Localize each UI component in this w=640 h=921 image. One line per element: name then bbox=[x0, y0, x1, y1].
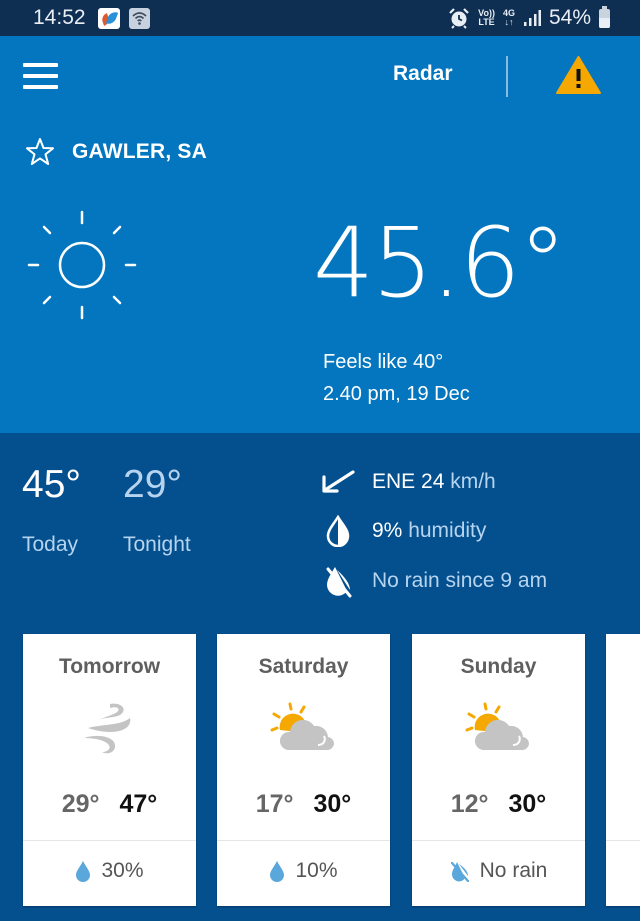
card-divider bbox=[412, 840, 585, 841]
today-max-temp: 45° bbox=[22, 463, 81, 506]
observation-time: 2.40 pm, 19 Dec bbox=[323, 383, 470, 405]
rain-chance: 10% bbox=[295, 859, 338, 882]
partly-cloudy-icon bbox=[270, 702, 334, 750]
rain-chance: 30% bbox=[101, 859, 144, 882]
forecast-min-temp: 17° bbox=[255, 790, 294, 818]
rain-chance: No rain bbox=[479, 859, 548, 882]
card-divider bbox=[23, 840, 196, 841]
forecast-card-tomorrow[interactable]: Tomorrow 29° 47° 30% bbox=[23, 634, 196, 906]
current-conditions-panel: Radar GAWLER, SA 45.6° Feels like 40° 2.… bbox=[0, 36, 640, 433]
forecast-day: Saturday bbox=[258, 655, 349, 678]
sunny-icon bbox=[27, 210, 137, 320]
wind-speed: ENE 24 bbox=[372, 470, 445, 493]
location-name: GAWLER, SA bbox=[72, 140, 208, 163]
forecast-card-next-partial[interactable] bbox=[606, 634, 640, 906]
rain-since-text: No rain since 9 am bbox=[372, 569, 548, 592]
app-notification-icon bbox=[98, 8, 120, 29]
rain-drop-icon bbox=[75, 860, 91, 882]
wind-direction-arrow-icon bbox=[320, 465, 356, 499]
partly-cloudy-icon bbox=[465, 702, 529, 750]
header-divider bbox=[506, 56, 508, 97]
humidity-row: 9% humidity bbox=[320, 514, 486, 548]
forecast-min-temp: 12° bbox=[450, 790, 489, 818]
humidity-drop-icon bbox=[320, 514, 356, 548]
card-divider bbox=[217, 840, 390, 841]
signal-icon bbox=[523, 10, 541, 26]
forecast-day: Sunday bbox=[460, 655, 537, 678]
forecast-card-saturday[interactable]: Saturday 17° 30° 10% bbox=[217, 634, 390, 906]
today-details-panel: 45° 29° Today Tonight ENE 24 km/h 9% hum… bbox=[0, 433, 640, 618]
tonight-label: Tonight bbox=[123, 533, 191, 556]
4g-icon: 4G ↓↑ bbox=[502, 8, 515, 27]
tonight-min-temp: 29° bbox=[123, 463, 182, 506]
card-divider bbox=[606, 840, 640, 841]
wind-row: ENE 24 km/h bbox=[320, 465, 496, 499]
windy-icon bbox=[83, 703, 130, 754]
today-label: Today bbox=[22, 533, 79, 556]
no-rain-icon bbox=[320, 564, 356, 598]
forecast-max-temp: 30° bbox=[313, 790, 352, 818]
status-indicators: Vo)) LTE 4G ↓↑ 54% bbox=[448, 4, 610, 32]
status-time: 14:52 bbox=[33, 6, 86, 29]
radar-button[interactable]: Radar bbox=[393, 62, 453, 86]
rain-since-row: No rain since 9 am bbox=[320, 564, 547, 598]
current-temperature: 45.6° bbox=[313, 207, 567, 319]
wifi-icon bbox=[129, 8, 150, 29]
humidity-value: 9% bbox=[372, 519, 403, 542]
forecast-max-temp: 47° bbox=[119, 790, 158, 818]
humidity-label: humidity bbox=[402, 519, 487, 542]
forecast-max-temp: 30° bbox=[508, 790, 547, 818]
forecast-card-sunday[interactable]: Sunday 12° 30° No rain bbox=[412, 634, 585, 906]
status-bar: 14:52 Vo)) LTE 4G ↓↑ 54% bbox=[0, 0, 640, 36]
rain-drop-icon bbox=[269, 860, 285, 882]
alarm-icon bbox=[449, 8, 469, 29]
no-rain-icon bbox=[450, 860, 470, 882]
star-outline-icon[interactable] bbox=[25, 137, 55, 167]
feels-like: Feels like 40° bbox=[323, 351, 444, 373]
forecast-min-temp: 29° bbox=[61, 790, 100, 818]
warning-triangle-icon[interactable] bbox=[555, 55, 602, 95]
volte-icon: Vo)) LTE bbox=[478, 8, 495, 27]
forecast-day: Tomorrow bbox=[58, 655, 161, 678]
hamburger-menu-icon[interactable] bbox=[23, 63, 58, 90]
battery-percent: 54% bbox=[548, 6, 591, 29]
battery-icon bbox=[599, 5, 610, 28]
wind-unit: km/h bbox=[444, 470, 496, 493]
